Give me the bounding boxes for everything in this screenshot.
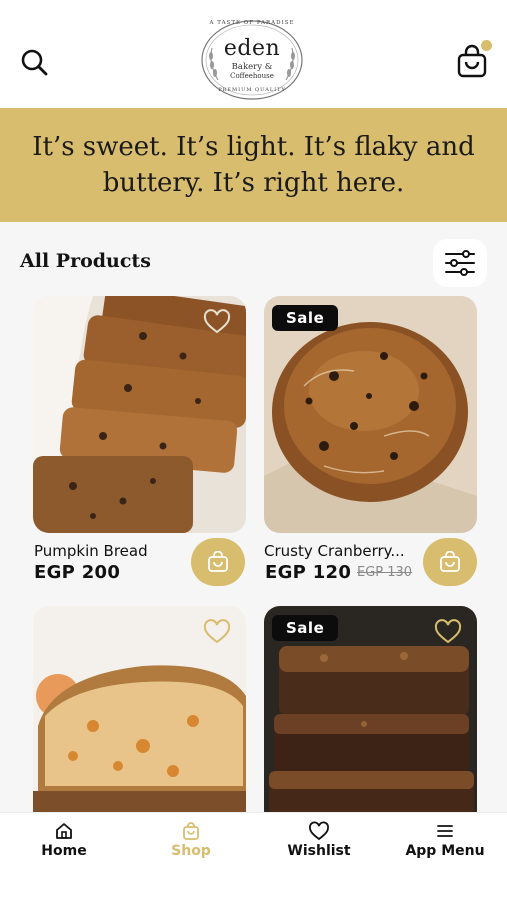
nav-label: App Menu: [405, 843, 485, 859]
app-header: A TASTE OF PARADISE eden Bakery & Coffee…: [0, 0, 507, 108]
wishlist-heart-icon[interactable]: [434, 619, 462, 645]
filter-button[interactable]: [433, 239, 487, 287]
product-old-price: EGP 130: [357, 565, 413, 580]
banner-text: It’s sweet. It’s light. It’s flaky and b…: [32, 132, 475, 198]
wishlist-heart-icon[interactable]: [203, 619, 231, 645]
nav-item-home[interactable]: Home: [34, 821, 94, 859]
shop-bag-icon: [183, 822, 199, 840]
nav-label: Shop: [171, 843, 211, 859]
bottom-navigation: Home Shop Wishlist App Menu: [0, 812, 507, 870]
sale-badge: Sale: [272, 615, 339, 641]
logo-footer-text: PREMIUM QUALITY: [218, 87, 286, 93]
filter-sliders-icon: [445, 250, 475, 276]
crusty-cranberry-photo: [264, 296, 477, 533]
nav-item-wishlist[interactable]: Wishlist: [283, 821, 355, 859]
cart-notification-dot: [481, 40, 492, 51]
logo-subtitle-1: Bakery &: [231, 62, 273, 72]
search-icon: [21, 49, 48, 76]
sale-badge: Sale: [272, 305, 339, 331]
nav-label: Home: [41, 843, 87, 859]
home-icon: [56, 823, 72, 839]
nav-item-shop[interactable]: Shop: [161, 821, 221, 859]
logo-tagline: A TASTE OF PARADISE: [209, 20, 295, 26]
products-section: All Products Pumpkin Bread EGP 200 Sale …: [0, 222, 507, 812]
product-image-crusty-cranberry[interactable]: [264, 296, 477, 533]
cart-icon: [208, 551, 228, 572]
promo-banner: It’s sweet. It’s light. It’s flaky and b…: [0, 108, 507, 222]
nav-label: Wishlist: [287, 843, 351, 859]
bottom-safe-area: [0, 870, 507, 900]
search-button[interactable]: [18, 46, 50, 78]
product-name[interactable]: Crusty Cranberry...: [264, 542, 405, 560]
logo-name: eden: [223, 36, 281, 61]
nav-item-app-menu[interactable]: App Menu: [402, 821, 488, 859]
menu-icon: [437, 825, 453, 837]
heart-icon: [309, 821, 329, 841]
cart-icon: [440, 551, 460, 572]
wishlist-heart-icon[interactable]: [203, 309, 231, 335]
product-price: EGP 200: [34, 562, 121, 583]
product-price: EGP 120: [265, 562, 352, 583]
add-to-cart-button[interactable]: [191, 538, 245, 586]
logo-subtitle-2: Coffeehouse: [230, 72, 274, 80]
section-title: All Products: [20, 250, 151, 272]
eden-logo[interactable]: A TASTE OF PARADISE eden Bakery & Coffee…: [198, 18, 306, 104]
product-name[interactable]: Pumpkin Bread: [34, 542, 148, 560]
add-to-cart-button[interactable]: [423, 538, 477, 586]
